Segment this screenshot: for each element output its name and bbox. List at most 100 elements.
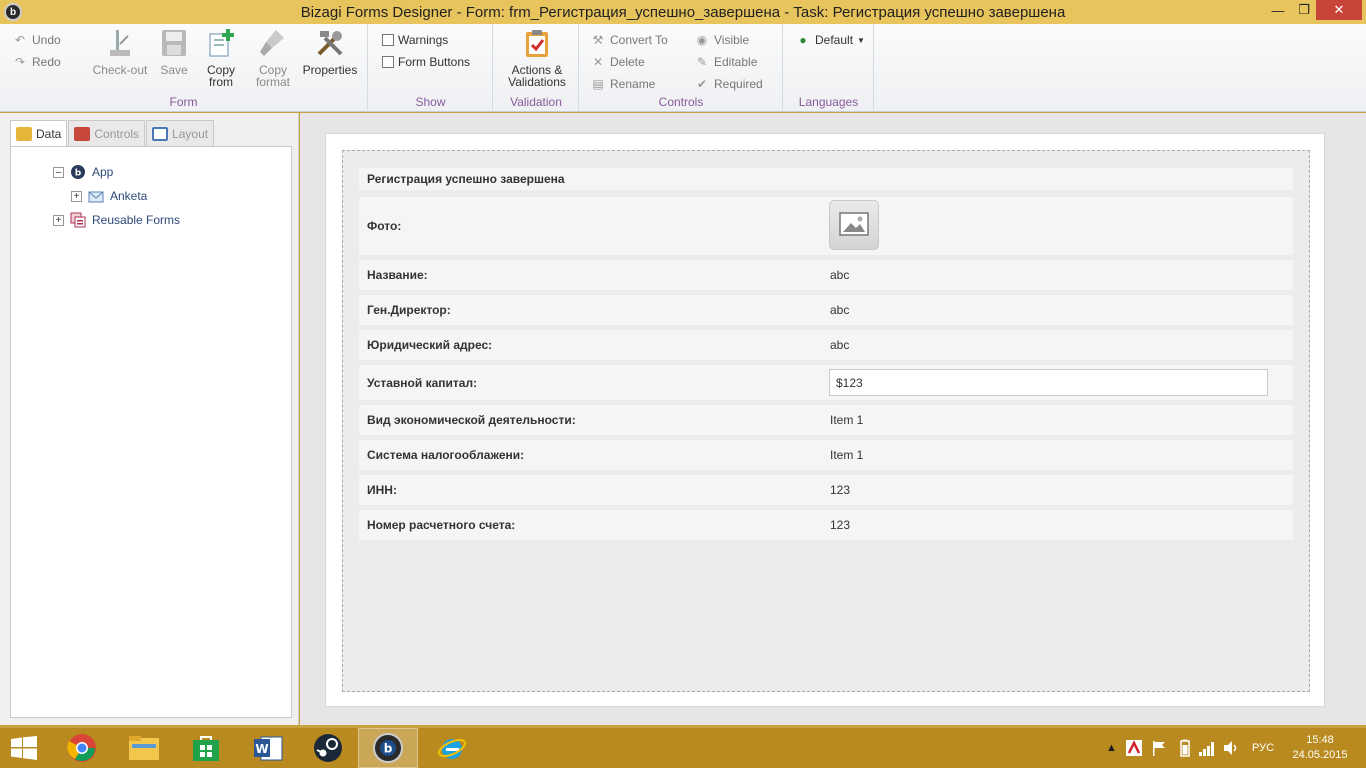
form-buttons-checkbox[interactable]: Form Buttons (382, 53, 470, 71)
title-bar: b Bizagi Forms Designer - Form: frm_Реги… (0, 0, 1366, 24)
copy-format-button[interactable]: Copy format (245, 28, 301, 88)
language-label: РУС (1252, 742, 1275, 754)
tab-layout[interactable]: Layout (146, 120, 215, 146)
volume-icon[interactable] (1222, 728, 1240, 768)
battery-icon[interactable] (1180, 728, 1190, 768)
clock-time: 15:48 (1306, 734, 1334, 746)
taskbar-chrome[interactable] (52, 728, 112, 768)
form-row-director[interactable]: Ген.Директор: abc (359, 295, 1293, 325)
taskbar-store[interactable] (176, 728, 236, 768)
show-hidden-icons[interactable]: ▲ (1106, 728, 1117, 768)
language-dropdown[interactable]: ● Default ▼ (795, 31, 865, 49)
ribbon-group-show: Warnings Form Buttons Show (369, 24, 493, 112)
show-group-label: Show (415, 95, 446, 109)
tab-controls[interactable]: Controls (68, 120, 146, 146)
capital-input[interactable]: $123 (829, 369, 1268, 396)
taskbar-steam[interactable] (298, 728, 358, 768)
save-icon (159, 28, 189, 58)
field-label: Номер расчетного счета: (367, 518, 516, 532)
form-title: Регистрация успешно завершена (367, 172, 565, 186)
required-button[interactable]: ✔ Required (694, 75, 763, 93)
validation-group-label: Validation (510, 95, 562, 109)
taskbar-explorer[interactable] (114, 728, 174, 768)
ribbon-group-languages: ● Default ▼ Languages (784, 24, 874, 112)
rename-button[interactable]: ▤ Rename (590, 75, 655, 93)
svg-text:b: b (75, 169, 82, 179)
field-label: Название: (367, 268, 428, 282)
delete-button[interactable]: ✕ Delete (590, 53, 645, 71)
field-label: Фото: (367, 219, 402, 233)
undo-icon: ↶ (14, 33, 26, 47)
warnings-checkbox[interactable]: Warnings (382, 31, 448, 49)
network-signal-icon[interactable] (1198, 728, 1216, 768)
collapse-icon[interactable]: – (53, 166, 64, 178)
form-row-account-number[interactable]: Номер расчетного счета: 123 (359, 510, 1293, 540)
tree-app-label: App (92, 165, 114, 179)
steam-icon (314, 734, 342, 762)
tab-data-label: Data (36, 126, 62, 141)
bizagi-icon: b (373, 733, 403, 763)
tab-controls-label: Controls (94, 126, 140, 141)
clipboard-check-icon (522, 28, 552, 58)
form-title-row[interactable]: Регистрация успешно завершена (359, 168, 1293, 190)
image-upload-control[interactable] (829, 200, 879, 250)
form-row-photo[interactable]: Фото: (359, 197, 1293, 255)
form-row-name[interactable]: Название: abc (359, 260, 1293, 290)
field-value: Item 1 (830, 413, 864, 427)
actions-validations-button[interactable]: Actions & Validations (504, 28, 570, 88)
controls-group-label: Controls (658, 95, 704, 109)
undo-button[interactable]: ↶ Undo (12, 31, 61, 49)
form-container[interactable]: Регистрация успешно завершена Фото: Назв… (342, 150, 1310, 692)
checkout-button[interactable]: Check-out (92, 28, 148, 76)
convert-to-button[interactable]: ⚒ Convert To (590, 31, 668, 49)
tree-anketa-label: Anketa (110, 189, 148, 203)
tree-node-anketa[interactable]: + Anketa (71, 186, 147, 206)
editable-button[interactable]: ✎ Editable (694, 53, 757, 71)
redo-button[interactable]: ↷ Redo (12, 53, 61, 71)
chevron-down-icon: ▼ (857, 35, 865, 45)
form-row-capital[interactable]: Уставной капитал: $123 (359, 365, 1293, 400)
windows-icon (11, 736, 37, 760)
close-button[interactable]: ✕ (1316, 0, 1362, 20)
store-icon (193, 736, 219, 761)
editable-label: Editable (714, 55, 758, 69)
clock-date: 24.05.2015 (1292, 749, 1348, 761)
warnings-label: Warnings (398, 33, 449, 47)
svg-text:b: b (384, 742, 393, 756)
taskbar-word[interactable]: W (238, 728, 298, 768)
expand-icon[interactable]: + (53, 214, 64, 226)
copy-from-button[interactable]: Copy from (193, 28, 249, 88)
form-row-tax-system[interactable]: Система налогооблажени: Item 1 (359, 440, 1293, 470)
convert-icon: ⚒ (592, 33, 604, 47)
taskbar-bizagi[interactable]: b (358, 728, 418, 768)
ribbon-group-validation: Actions & Validations Validation (494, 24, 579, 112)
form-row-activity[interactable]: Вид экономической деятельности: Item 1 (359, 405, 1293, 435)
taskbar-internet-explorer[interactable] (422, 728, 482, 768)
warnings-checkbox-box[interactable] (382, 34, 394, 46)
properties-button[interactable]: Properties (302, 28, 358, 76)
input-language-indicator[interactable]: РУС (1252, 728, 1274, 768)
tree-node-reusable-forms[interactable]: + Reusable Forms (53, 210, 180, 230)
start-button[interactable] (10, 736, 40, 762)
tree-node-app[interactable]: – b App (53, 162, 113, 182)
field-value: Item 1 (830, 448, 864, 462)
expand-icon[interactable]: + (71, 190, 82, 202)
minimize-button[interactable]: — (1264, 0, 1292, 20)
form-row-legal-address[interactable]: Юридический адрес: abc (359, 330, 1293, 360)
form-buttons-checkbox-box[interactable] (382, 56, 394, 68)
window-title: Bizagi Forms Designer - Form: frm_Регист… (300, 4, 1066, 21)
action-center-flag-icon[interactable] (1152, 728, 1166, 768)
antivirus-icon[interactable] (1126, 728, 1142, 768)
entity-icon (88, 188, 104, 204)
tab-data[interactable]: Data (10, 120, 68, 146)
chrome-icon (67, 734, 96, 762)
field-label: Система налогооблажени: (367, 448, 525, 462)
svg-text:W: W (255, 742, 268, 756)
field-value: abc (830, 338, 850, 352)
visible-button[interactable]: ◉ Visible (694, 31, 749, 49)
form-row-inn[interactable]: ИНН: 123 (359, 475, 1293, 505)
data-tree: – b App + Anketa + Reusable Forms (10, 146, 292, 718)
tools-icon (315, 28, 345, 58)
maximize-button[interactable]: ❐ (1290, 0, 1318, 20)
system-clock[interactable]: 15:48 24.05.2015 (1290, 733, 1350, 763)
